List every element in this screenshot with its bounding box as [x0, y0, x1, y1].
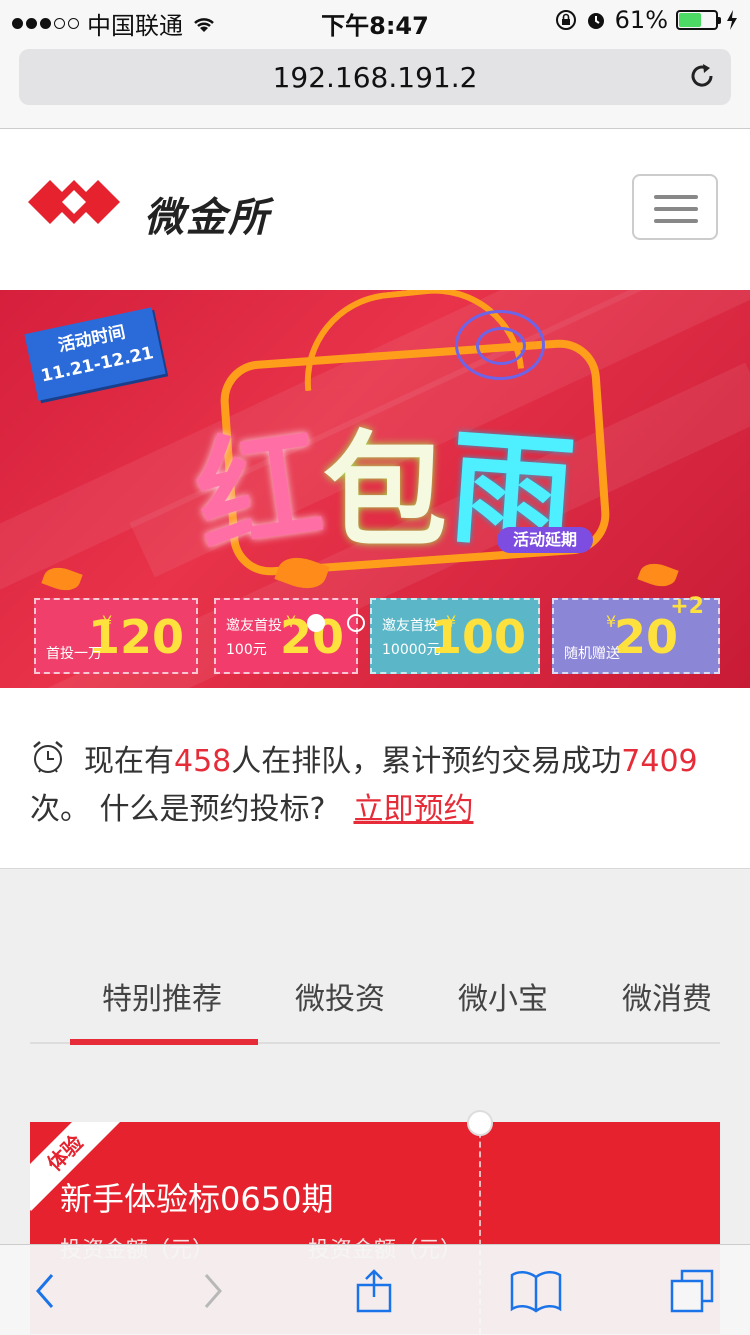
coupon-amount: 100 [429, 610, 526, 664]
spiral-decoration [455, 310, 545, 380]
tab-micro-consume[interactable]: 微消费 [622, 974, 712, 1018]
coupon-amount: 20 [613, 610, 678, 664]
banner-title-char-1: 红 [187, 411, 335, 573]
browser-toolbar [0, 1244, 750, 1335]
coupon-desc-2: 100元 [226, 642, 267, 658]
active-tab-indicator [70, 1039, 258, 1045]
carousel-dot-1[interactable] [307, 614, 325, 632]
leaf-decoration-icon [637, 558, 679, 592]
bookmarks-icon[interactable] [510, 1269, 562, 1313]
address-bar[interactable]: 192.168.191.2 [19, 49, 731, 105]
browser-address-area: 192.168.191.2 [0, 40, 750, 129]
promo-banner[interactable]: 活动时间 11.21-12.21 红包雨 活动延期 ¥ 120 首投一万 ¥ 2… [0, 290, 750, 688]
activity-time-tag: 活动时间 11.21-12.21 [24, 307, 166, 401]
menu-toggle-button[interactable] [632, 174, 718, 240]
book-now-link[interactable]: 立即预约 [353, 792, 473, 827]
reload-icon[interactable] [687, 61, 717, 91]
queue-middle: 人在排队，累计预约交易成功 [231, 744, 622, 779]
logo-mark-icon[interactable] [28, 172, 120, 232]
queue-text: 现在有458人在排队，累计预约交易成功7409 次。 什么是预约投标? 立即预约 [30, 738, 720, 834]
queue-suffix[interactable]: 次。 什么是预约投标? [30, 792, 325, 827]
card-notch-decoration [467, 1110, 493, 1136]
alarm-clock-icon [33, 741, 63, 773]
tab-micro-treasure[interactable]: 微小宝 [458, 974, 548, 1018]
coupon-desc: 首投一万 [46, 646, 102, 662]
share-icon[interactable] [352, 1269, 396, 1313]
tab-micro-invest[interactable]: 微投资 [295, 974, 385, 1018]
queue-prefix: 现在有 [84, 744, 174, 779]
rotation-lock-icon [555, 10, 576, 30]
extension-badge: 活动延期 [497, 527, 593, 553]
site-header: 微金所 [0, 129, 750, 290]
status-right: 61% [555, 6, 738, 34]
coupon-desc: 邀友首投 [382, 618, 438, 634]
url-text[interactable]: 192.168.191.2 [19, 61, 731, 94]
coupon-amount: 120 [87, 610, 184, 664]
product-tabs: 特别推荐 微投资 微小宝 微消费 [30, 974, 720, 1045]
tab-special-recommend[interactable]: 特别推荐 [102, 974, 222, 1018]
coupon-extra: +2 [670, 594, 704, 619]
back-icon[interactable] [24, 1269, 68, 1313]
queue-info-section: 现在有458人在排队，累计预约交易成功7409 次。 什么是预约投标? 立即预约 [0, 688, 750, 869]
coupon-1: ¥ 120 首投一万 [34, 598, 198, 674]
coupon-desc-2: 10000元 [382, 642, 441, 658]
forward-icon[interactable] [190, 1269, 234, 1313]
coupon-4: ¥ 20 +2 随机赠送 [552, 594, 720, 674]
product-title[interactable]: 新手体验标0650期 [60, 1174, 333, 1220]
banner-title-char-2: 包 [323, 420, 452, 564]
battery-percent: 61% [614, 6, 668, 34]
tabs-icon[interactable] [670, 1269, 714, 1313]
success-count: 7409 [621, 744, 698, 779]
alarm-icon [587, 13, 604, 29]
queue-count: 458 [174, 744, 232, 779]
carousel-dot-2[interactable] [347, 614, 365, 632]
logo-text[interactable]: 微金所 [144, 185, 270, 243]
charging-icon [727, 10, 737, 30]
coupon-desc: 邀友首投 [226, 618, 282, 634]
coupon-desc: 随机赠送 [564, 646, 620, 662]
coupon-3: ¥ 100 邀友首投 10000元 [370, 598, 540, 674]
status-bar: 中国联通 下午8:47 61% [0, 0, 750, 40]
battery-icon [676, 10, 721, 30]
coupon-2: ¥ 20 邀友首投 100元 [214, 598, 358, 674]
